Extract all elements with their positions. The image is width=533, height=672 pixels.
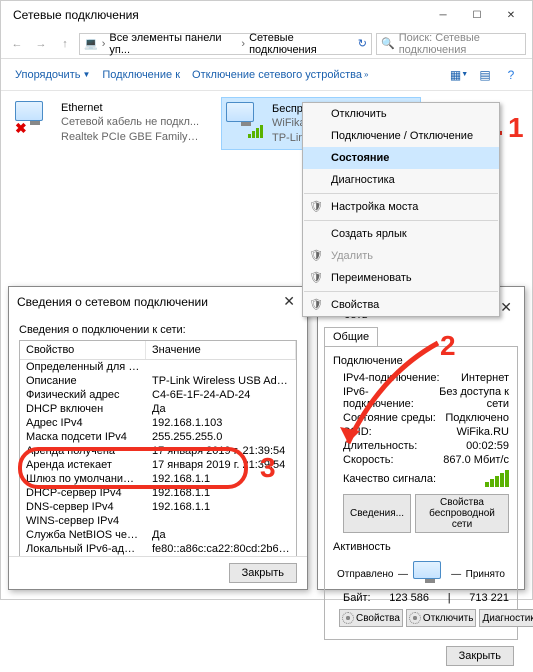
context-menu: Отключить Подключение / Отключение Состо… <box>302 102 500 317</box>
maximize-button[interactable]: ☐ <box>460 4 494 26</box>
gear-icon <box>409 612 421 624</box>
view-list-button[interactable]: ▤ <box>474 64 496 86</box>
close-button[interactable]: Закрыть <box>446 646 514 666</box>
dialog-title: Сведения о сетевом подключении <box>17 295 279 309</box>
ctx-diagnostics[interactable]: Диагностика <box>303 169 499 191</box>
column-property[interactable]: Свойство <box>20 341 146 359</box>
table-row[interactable]: Адрес IPv4192.168.1.103 <box>20 416 296 430</box>
toolbar: Упорядочить▼ Подключение к Отключение се… <box>1 59 532 91</box>
forward-button[interactable]: → <box>31 34 51 54</box>
table-row[interactable]: Физический адресC4-6E-1F-24-AD-24 <box>20 388 296 402</box>
table-row[interactable]: Служба NetBIOS чере...Да <box>20 528 296 542</box>
breadcrumb[interactable]: 💻 › Все элементы панели уп... › Сетевые … <box>79 33 372 55</box>
window-title: Сетевые подключения <box>5 8 426 22</box>
close-icon[interactable]: ✕ <box>279 293 299 310</box>
annotation-circle <box>18 447 248 489</box>
table-row[interactable]: Маска подсети IPv4255.255.255.0 <box>20 430 296 444</box>
wifi-properties-button[interactable]: Свойства беспроводной сети <box>415 494 509 533</box>
wifi-icon <box>226 102 266 138</box>
ctx-shortcut[interactable]: Создать ярлык <box>303 223 499 245</box>
view-icons-button[interactable]: ▦▼ <box>448 64 470 86</box>
disable-button[interactable]: Отключить <box>406 609 477 627</box>
ethernet-connection[interactable]: ✖ Ethernet Сетевой кабель не подкл... Re… <box>11 97 211 150</box>
help-button[interactable]: ? <box>500 64 522 86</box>
details-button[interactable]: Сведения... <box>343 494 411 533</box>
ctx-status[interactable]: Состояние <box>303 147 499 169</box>
shield-icon: 🛡 <box>309 298 323 312</box>
annotation-number-1: 1 <box>508 112 524 144</box>
ethernet-icon: ✖ <box>15 101 55 137</box>
group-activity: Активность <box>333 541 509 553</box>
up-button[interactable]: ↑ <box>55 34 75 54</box>
table-row[interactable]: DNS-сервер IPv4192.168.1.1 <box>20 500 296 514</box>
activity-icon <box>413 561 447 587</box>
shield-icon: 🛡 <box>309 271 323 285</box>
gear-icon <box>342 612 354 624</box>
ctx-disable[interactable]: Отключить <box>303 103 499 125</box>
annotation-arrow <box>330 335 460 465</box>
table-row[interactable]: WINS-сервер IPv4 <box>20 514 296 528</box>
search-icon: 🔍 <box>381 37 395 50</box>
table-row[interactable]: Определенный для по... <box>20 360 296 374</box>
search-input[interactable]: 🔍 Поиск: Сетевые подключения <box>376 33 526 55</box>
annotation-number-3: 3 <box>260 452 276 484</box>
nav-bar: ← → ↑ 💻 › Все элементы панели уп... › Се… <box>1 29 532 59</box>
column-value[interactable]: Значение <box>146 341 296 359</box>
close-button[interactable]: Закрыть <box>229 563 297 583</box>
details-label: Сведения о подключении к сети: <box>19 324 297 336</box>
breadcrumb-item[interactable]: Все элементы панели уп... <box>109 32 237 56</box>
table-row[interactable]: DHCP включенДа <box>20 402 296 416</box>
ctx-delete[interactable]: 🛡Удалить <box>303 245 499 267</box>
details-dialog: Сведения о сетевом подключении ✕ Сведени… <box>8 286 308 590</box>
titlebar: Сетевые подключения ─ ☐ ✕ <box>1 1 532 29</box>
connect-to-button[interactable]: Подключение к <box>98 67 184 83</box>
diagnostics-button[interactable]: Диагностика <box>479 609 533 627</box>
signal-bars-icon <box>485 470 509 487</box>
shield-icon: 🛡 <box>309 249 323 263</box>
breadcrumb-item[interactable]: Сетевые подключения <box>249 32 358 56</box>
properties-button[interactable]: Свойства <box>339 609 403 627</box>
organize-button[interactable]: Упорядочить▼ <box>11 67 94 83</box>
network-icon: 💻 <box>84 37 98 50</box>
ctx-bridge[interactable]: 🛡Настройка моста <box>303 196 499 218</box>
back-button[interactable]: ← <box>7 34 27 54</box>
ctx-connect-disconnect[interactable]: Подключение / Отключение <box>303 125 499 147</box>
disable-device-button[interactable]: Отключение сетевого устройства» <box>188 67 372 83</box>
refresh-icon[interactable]: ↻ <box>358 37 367 50</box>
minimize-button[interactable]: ─ <box>426 4 460 26</box>
table-row[interactable]: ОписаниеTP-Link Wireless USB Adapter <box>20 374 296 388</box>
close-button[interactable]: ✕ <box>494 4 528 26</box>
table-row[interactable]: Локальный IPv6-адрес...fe80::a86c:ca22:8… <box>20 542 296 556</box>
ctx-properties[interactable]: 🛡Свойства <box>303 294 499 316</box>
bridge-icon: 🛡 <box>309 200 323 214</box>
ctx-rename[interactable]: 🛡Переименовать <box>303 267 499 289</box>
